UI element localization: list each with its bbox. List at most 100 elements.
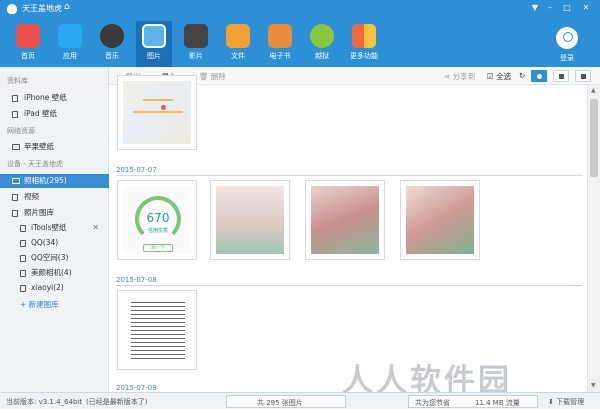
sidebar-item-label: 视频 — [24, 192, 39, 201]
map-image — [123, 81, 191, 144]
view-timeline-button[interactable] — [531, 70, 547, 82]
photo-thumbnail[interactable] — [117, 75, 197, 150]
share-button[interactable]: ⋖ 分享到 — [444, 71, 475, 82]
view-grid-button[interactable] — [553, 70, 569, 82]
sidebar-album-qq[interactable]: QQ(34) — [0, 236, 109, 250]
select-all-label: 全选 — [496, 72, 512, 81]
sidebar-album-itools[interactable]: iTools壁纸 ✕ — [0, 221, 109, 235]
photo-grid: 2015-07-07 670 信用优秀 测一下 2015-07-08 2015-… — [109, 75, 587, 394]
sidebar-item-label: xiaoyi(2) — [31, 283, 64, 292]
scroll-down-icon[interactable]: ▼ — [591, 382, 596, 389]
nav-ebooks[interactable]: 电子书 — [262, 21, 298, 67]
maximize-button[interactable]: □ — [562, 2, 572, 13]
sidebar-section-network: 网络资源 — [7, 127, 35, 135]
appstore-icon — [58, 24, 82, 48]
nav-photos-label: 图片 — [147, 52, 161, 60]
album-icon — [20, 285, 26, 292]
tablet-icon — [12, 111, 18, 118]
status-bar: 当前版本: v3.1.4_64bit (已经是最新版本了) 共 295 张图片 … — [0, 392, 600, 409]
more-icon — [352, 24, 376, 48]
nav-home[interactable]: 首页 — [10, 21, 46, 67]
menu-dropdown-button[interactable]: ▼ — [530, 2, 540, 13]
nav-more[interactable]: 更多功能 — [346, 21, 382, 67]
album-icon — [20, 240, 26, 247]
sidebar: 资料库 iPhone 壁纸 iPad 壁纸 网络资源 苹果壁纸 设备 - 天王盖… — [0, 67, 109, 392]
nav-movies[interactable]: 影片 — [178, 21, 214, 67]
sidebar-item-apple-wallpaper[interactable]: 苹果壁纸 — [0, 140, 109, 154]
camera-icon — [12, 178, 20, 184]
photo-icon — [142, 24, 166, 48]
vertical-scrollbar[interactable]: ▲ ▼ — [587, 85, 600, 392]
scroll-up-icon[interactable]: ▲ — [591, 87, 596, 94]
login-avatar-icon[interactable] — [556, 27, 578, 49]
photo-thumbnail[interactable] — [210, 180, 290, 260]
sidebar-item-photo-library[interactable]: 照片图库 — [0, 206, 109, 220]
photo-thumbnail[interactable]: 670 信用优秀 测一下 — [117, 180, 197, 260]
view-list-button[interactable] — [575, 70, 591, 82]
sidebar-item-iphone-wallpaper[interactable]: iPhone 壁纸 — [0, 91, 109, 105]
nav-music[interactable]: 音乐 — [94, 21, 130, 67]
traffic-saved-prefix: 共为您节省 — [415, 399, 450, 407]
sidebar-item-label: 苹果壁纸 — [24, 142, 54, 151]
new-album-button[interactable]: + 新建图库 — [20, 299, 59, 310]
photo-thumbnail[interactable] — [400, 180, 480, 260]
sidebar-item-label: QQ(34) — [31, 238, 59, 247]
nav-music-label: 音乐 — [105, 52, 119, 60]
sidebar-album-xiaoyi[interactable]: xiaoyi(2) — [0, 281, 109, 295]
video-icon — [12, 194, 18, 201]
select-all-button[interactable]: ☑ 全选 — [487, 71, 511, 82]
nav-home-label: 首页 — [21, 52, 35, 60]
nav-more-label: 更多功能 — [350, 52, 378, 60]
version-note: (已经是最新版本了) — [86, 398, 148, 406]
phone-icon — [12, 95, 18, 102]
nav-jailbreak[interactable]: 越狱 — [304, 21, 340, 67]
photo-count-box: 共 295 张图片 — [226, 395, 346, 408]
traffic-saved-box: 共为您节省 11.4 MB 流量 — [408, 395, 538, 408]
window-title: 天王盖地虎 — [22, 4, 62, 13]
date-group-label: 2015-07-09 — [116, 384, 157, 392]
music-icon — [100, 24, 124, 48]
sidebar-item-camera[interactable]: 照相机(295) — [0, 174, 109, 188]
title-bar: 天王盖地虎 ⌂ ▼ – □ ✕ — [0, 0, 600, 18]
sidebar-item-ipad-wallpaper[interactable]: iPad 壁纸 — [0, 107, 109, 121]
login-label[interactable]: 登录 — [560, 53, 574, 63]
itools-window: 天王盖地虎 ⌂ ▼ – □ ✕ 首页 应用 音乐 图片 影片 文件 电子书 越狱… — [0, 0, 600, 409]
sidebar-item-label: iTools壁纸 — [31, 223, 67, 232]
nav-ebooks-label: 电子书 — [269, 52, 291, 60]
credit-score-text: 信用优秀 — [147, 228, 168, 234]
scroll-thumb[interactable] — [590, 99, 598, 177]
download-manager-button[interactable]: ⬇ 下载管理 — [548, 397, 584, 407]
photo-thumbnail[interactable] — [117, 290, 197, 370]
credit-test-button: 测一下 — [143, 244, 173, 252]
home-shortcut-icon[interactable]: ⌂ — [64, 2, 75, 13]
wallpaper-icon — [12, 144, 20, 150]
nav-apps[interactable]: 应用 — [52, 21, 88, 67]
photo-thumbnail[interactable] — [305, 180, 385, 260]
close-button[interactable]: ✕ — [581, 2, 591, 13]
credit-score-value: 670 — [146, 211, 170, 225]
refresh-button[interactable]: ↻ — [519, 71, 525, 80]
jailbreak-icon — [310, 24, 334, 48]
document-photo-image — [311, 186, 379, 254]
nav-files[interactable]: 文件 — [220, 21, 256, 67]
sidebar-album-meiyan[interactable]: 美颜相机(4) — [0, 266, 109, 280]
nav-jailbreak-label: 越狱 — [315, 52, 329, 60]
sidebar-section-device: 设备 - 天王盖地虎 — [7, 160, 63, 168]
sidebar-item-video[interactable]: 视频 — [0, 190, 109, 204]
nav-photos[interactable]: 图片 — [136, 21, 172, 67]
remove-album-icon[interactable]: ✕ — [92, 221, 99, 235]
minimize-button[interactable]: – — [545, 2, 555, 13]
album-icon — [20, 270, 26, 277]
delete-button[interactable]: 🗑 删除 — [199, 71, 226, 82]
sidebar-album-qzone[interactable]: QQ空间(3) — [0, 251, 109, 265]
home-icon — [16, 24, 40, 48]
share-label: 分享到 — [452, 72, 476, 81]
traffic-saved-value: 11.4 MB 流量 — [475, 399, 520, 407]
sidebar-item-label: iPad 壁纸 — [24, 109, 58, 118]
file-icon — [226, 24, 250, 48]
sidebar-item-label: iPhone 壁纸 — [24, 93, 67, 102]
nav-movies-label: 影片 — [189, 52, 203, 60]
sidebar-item-label: QQ空间(3) — [31, 253, 69, 262]
date-group-label: 2015-07-08 — [116, 276, 157, 284]
document-photo-image — [406, 186, 474, 254]
